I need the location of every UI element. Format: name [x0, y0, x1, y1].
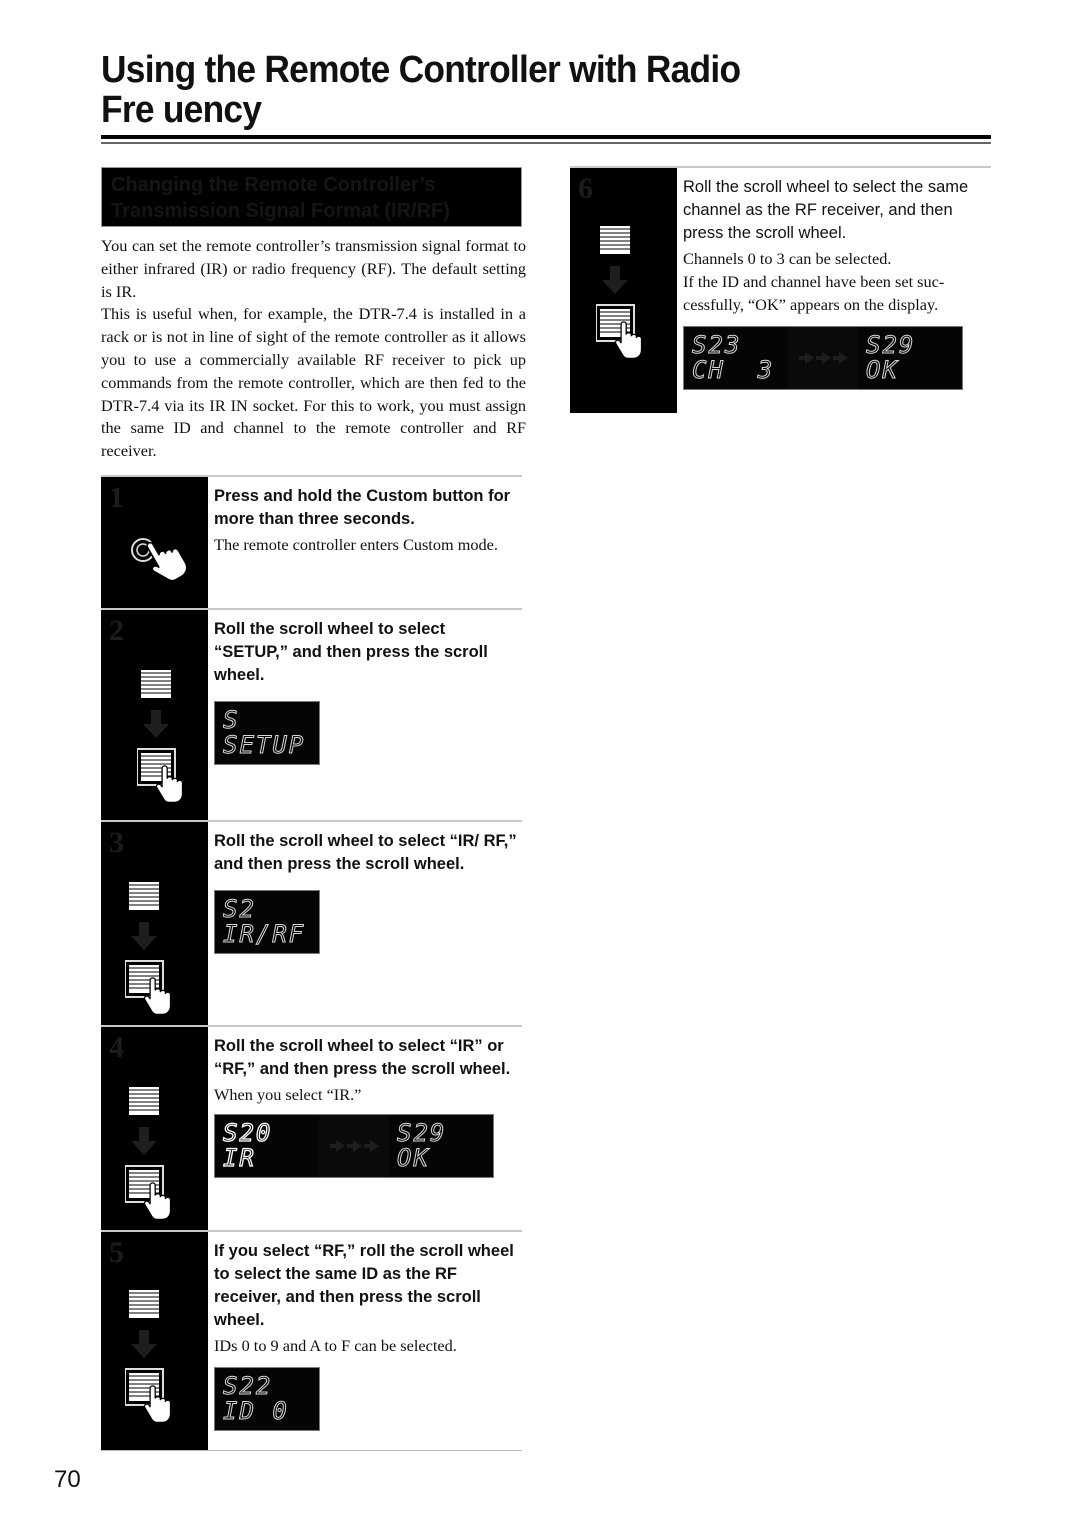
- step-3: 3 Roll the scroll wheel to select “IR/ R…: [101, 820, 522, 1027]
- right-arrow-icon: [346, 1140, 362, 1152]
- lcd-line-1: S29: [866, 331, 916, 359]
- step-side-panel: 4: [101, 1027, 208, 1232]
- lcd-display-sequence: S23 CH 3 S29 OK: [683, 326, 963, 390]
- step-number: 2: [109, 614, 124, 647]
- intro-paragraph: You can set the remote controller’s tran…: [101, 236, 526, 301]
- title-rule-secondary: [101, 142, 991, 144]
- lcd-line-2: IR: [222, 1144, 256, 1172]
- scroll-wheel-icon: [125, 1289, 195, 1428]
- lcd-pane: S2 IR/RF: [215, 891, 319, 953]
- step-instruction: Roll the scroll wheel to select “IR/ RF,…: [214, 832, 517, 873]
- title-rule: [101, 135, 991, 139]
- scroll-wheel-icon: [125, 1086, 195, 1225]
- step-number: 3: [109, 826, 124, 859]
- step-body: Roll the scroll wheel to select “IR” or …: [214, 1035, 522, 1178]
- step-instruction: Press and hold the Custom button for mor…: [214, 487, 511, 528]
- step-2: 2 Roll the scroll wheel to select “SETUP…: [101, 608, 522, 822]
- intro-text: You can set the remote controller’s tran…: [101, 235, 526, 463]
- step-note-secondary: If the ID and channel have been set suc-…: [683, 272, 945, 314]
- divider: [101, 1450, 522, 1451]
- step-note: IDs 0 to 9 and A to F can be selected.: [214, 1336, 457, 1355]
- page-title: Using the Remote Controller with Radio F…: [101, 50, 919, 130]
- step-side-panel: 3: [101, 822, 208, 1027]
- lcd-line-2: OK: [397, 1144, 430, 1172]
- lcd-line-2: ID 0: [223, 1397, 289, 1425]
- lcd-pane: S22 ID 0: [215, 1368, 319, 1430]
- step-number: 5: [109, 1236, 124, 1269]
- step-instruction: If you select “RF,” roll the scroll whee…: [214, 1242, 514, 1329]
- step-note: The remote controller enters Custom mode…: [214, 535, 498, 554]
- lcd-display: S22 ID 0: [214, 1367, 320, 1431]
- step-body: Roll the scroll wheel to select “SETUP,”…: [214, 618, 522, 765]
- step-note: When you select “IR.”: [214, 1085, 362, 1104]
- step-side-panel: 5: [101, 1232, 208, 1451]
- step-body: Roll the scroll wheel to select “IR/ RF,…: [214, 830, 522, 954]
- right-arrow-icon: [798, 352, 814, 364]
- section-heading: Changing the Remote Controller’s Transmi…: [101, 167, 522, 227]
- scroll-wheel-icon: [137, 669, 207, 808]
- step-instruction: Roll the scroll wheel to select “SETUP,”…: [214, 620, 488, 684]
- lcd-pane: S SETUP: [215, 702, 319, 764]
- page-number: 70: [54, 1466, 81, 1493]
- step-body: Roll the scroll wheel to select the same…: [683, 176, 991, 390]
- step-6: 6 Roll the scroll wheel to select the sa…: [570, 166, 991, 413]
- step-side-panel: 2: [101, 610, 208, 822]
- lcd-pane: S29 OK: [389, 1115, 493, 1177]
- lcd-line-1: S29: [397, 1119, 447, 1147]
- lcd-line-1: S: [223, 706, 240, 734]
- right-arrow-icon: [815, 352, 831, 364]
- lcd-pane: S23 CH 3: [684, 327, 788, 389]
- page-title-line-1: Using the Remote Controller with Radio: [101, 49, 741, 91]
- lcd-display: S2 IR/RF: [214, 890, 320, 954]
- step-number: 1: [109, 481, 124, 514]
- page-title-line-2: Fre uency: [101, 89, 262, 131]
- step-5: 5 If you select “RF,” roll the scroll wh…: [101, 1230, 522, 1451]
- lcd-line-2: IR/RF: [223, 920, 306, 948]
- step-instruction: Roll the scroll wheel to select the same…: [683, 178, 969, 242]
- lcd-display-sequence: S20 IR S29 OK: [214, 1114, 494, 1178]
- lcd-pane: S20 IR: [215, 1115, 319, 1177]
- lcd-pane: S29 OK: [858, 327, 962, 389]
- step-side-panel: 1: [101, 477, 208, 610]
- lcd-line-1: S23: [692, 331, 742, 359]
- step-instruction: Roll the scroll wheel to select “IR” or …: [214, 1037, 511, 1078]
- step-4: 4 Roll the scroll wheel to select “IR” o…: [101, 1025, 522, 1232]
- right-arrow-icon: [832, 352, 848, 364]
- lcd-line-1: S2: [223, 895, 256, 923]
- intro-paragraph: This is useful when, for example, the DT…: [101, 304, 526, 461]
- lcd-line-1: S22: [223, 1372, 273, 1400]
- lcd-transition: [788, 327, 858, 389]
- press-button-icon: [131, 537, 189, 589]
- right-arrow-icon: [329, 1140, 345, 1152]
- lcd-line-2: OK: [866, 356, 899, 384]
- step-number: 4: [109, 1031, 124, 1064]
- step-side-panel: 6: [570, 168, 677, 413]
- step-1: 1 Press and hold the Custom button for m…: [101, 475, 522, 610]
- lcd-line-1: S20: [222, 1119, 273, 1147]
- right-arrow-icon: [363, 1140, 379, 1152]
- section-heading-line-2: Transmission Signal Format (IR/RF): [111, 200, 450, 222]
- lcd-transition: [319, 1115, 389, 1177]
- section-heading-line-1: Changing the Remote Controller’s: [111, 174, 436, 196]
- lcd-line-2: CH 3: [692, 356, 775, 384]
- lcd-line-2: SETUP: [223, 731, 306, 759]
- step-body: If you select “RF,” roll the scroll whee…: [214, 1240, 522, 1431]
- step-body: Press and hold the Custom button for mor…: [214, 485, 522, 556]
- lcd-display: S SETUP: [214, 701, 320, 765]
- scroll-wheel-icon: [125, 881, 195, 1020]
- step-number: 6: [578, 172, 593, 205]
- scroll-wheel-icon: [596, 225, 666, 364]
- step-note: Channels 0 to 3 can be selected.: [683, 249, 892, 268]
